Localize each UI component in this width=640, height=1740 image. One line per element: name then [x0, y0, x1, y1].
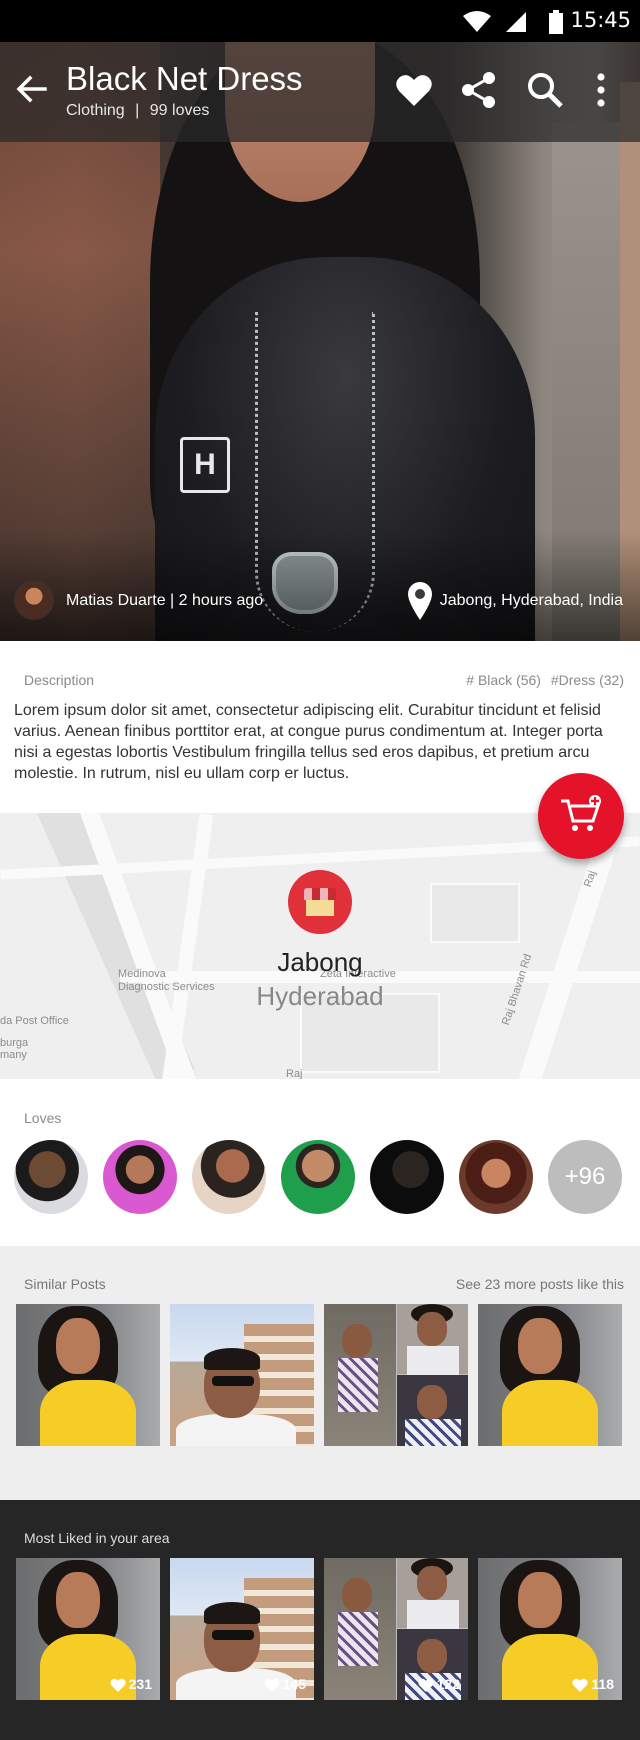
- back-arrow-icon[interactable]: [14, 72, 48, 106]
- most-liked-thumbnail[interactable]: 231: [16, 1558, 160, 1700]
- avatar[interactable]: [192, 1140, 266, 1214]
- add-to-cart-icon: [561, 795, 601, 831]
- search-icon[interactable]: [525, 70, 565, 110]
- loves-heading: Loves: [24, 1110, 62, 1126]
- avatar[interactable]: [281, 1140, 355, 1214]
- avatar[interactable]: [459, 1140, 533, 1214]
- similar-post-thumbnail[interactable]: [16, 1304, 160, 1446]
- tag-black[interactable]: # Black (56): [466, 672, 541, 688]
- heart-icon[interactable]: [394, 70, 434, 110]
- signal-icon: [506, 12, 526, 32]
- avatar[interactable]: [14, 1140, 88, 1214]
- map-label: burga: [0, 1037, 29, 1049]
- more-vert-icon[interactable]: [581, 70, 621, 110]
- similar-posts-heading: Similar Posts: [24, 1276, 106, 1292]
- most-liked-thumbnail[interactable]: 122: [324, 1558, 468, 1700]
- most-liked-heading: Most Liked in your area: [24, 1530, 170, 1546]
- category-label: Clothing: [66, 102, 125, 119]
- app-bar: Black Net Dress Clothing | 99 loves: [0, 42, 640, 142]
- loves-count: 99 loves: [149, 102, 210, 119]
- battery-icon: [549, 10, 563, 34]
- most-liked-thumbnail[interactable]: 145: [170, 1558, 314, 1700]
- heart-icon: [572, 1678, 589, 1692]
- see-more-link[interactable]: See 23 more posts like this: [456, 1276, 624, 1292]
- add-to-cart-button[interactable]: [538, 773, 624, 859]
- heart-icon: [263, 1678, 280, 1692]
- avatar[interactable]: [103, 1140, 177, 1214]
- similar-post-thumbnail[interactable]: [170, 1304, 314, 1446]
- like-count: 118: [572, 1676, 614, 1692]
- similar-post-thumbnail[interactable]: [324, 1304, 468, 1446]
- like-count: 231: [109, 1676, 152, 1692]
- photographer-watermark-logo: H: [180, 437, 230, 493]
- description-heading: Description: [24, 672, 95, 688]
- page-subtitle: Clothing | 99 loves: [66, 102, 209, 120]
- store-city: Hyderabad: [256, 981, 384, 1011]
- like-count: 122: [417, 1676, 460, 1692]
- location-label[interactable]: Jabong, Hyderabad, India: [440, 592, 623, 610]
- status-time: 15:45: [570, 8, 631, 32]
- subtitle-separator: |: [135, 102, 140, 119]
- map-label: Raj: [286, 1068, 303, 1079]
- store-icon[interactable]: [288, 870, 352, 934]
- author-line[interactable]: Matias Duarte | 2 hours ago: [66, 592, 263, 610]
- author-avatar[interactable]: [14, 580, 54, 620]
- more-loves-button[interactable]: +96: [548, 1140, 622, 1214]
- heart-icon: [109, 1678, 126, 1692]
- description-text: Lorem ipsum dolor sit amet, consectetur …: [14, 702, 603, 782]
- tag-list: # Black (56) #Dress (32): [460, 672, 624, 688]
- most-liked-section: Most Liked in your area 231 145 122 118: [0, 1500, 640, 1740]
- similar-post-thumbnail[interactable]: [478, 1304, 622, 1446]
- page-title: Black Net Dress: [66, 60, 303, 97]
- loves-avatars: +96: [14, 1140, 626, 1214]
- location-pin-icon: [408, 582, 432, 620]
- share-icon[interactable]: [459, 70, 499, 110]
- avatar[interactable]: [370, 1140, 444, 1214]
- like-count: 145: [263, 1676, 306, 1692]
- most-liked-thumbnail[interactable]: 118: [478, 1558, 622, 1700]
- map-label: many: [0, 1049, 27, 1061]
- store-map[interactable]: Medinova Diagnostic Services Zeta Intera…: [0, 813, 640, 1079]
- status-bar: 15:45: [0, 0, 640, 42]
- heart-icon: [417, 1678, 434, 1692]
- map-label: da Post Office: [0, 1015, 69, 1027]
- store-name: Jabong: [277, 947, 363, 977]
- similar-posts-section: Similar Posts See 23 more posts like thi…: [0, 1246, 640, 1500]
- wifi-icon: [463, 11, 491, 32]
- post-meta: Matias Duarte | 2 hours ago Jabong, Hyde…: [0, 578, 640, 628]
- tag-dress[interactable]: #Dress (32): [551, 672, 624, 688]
